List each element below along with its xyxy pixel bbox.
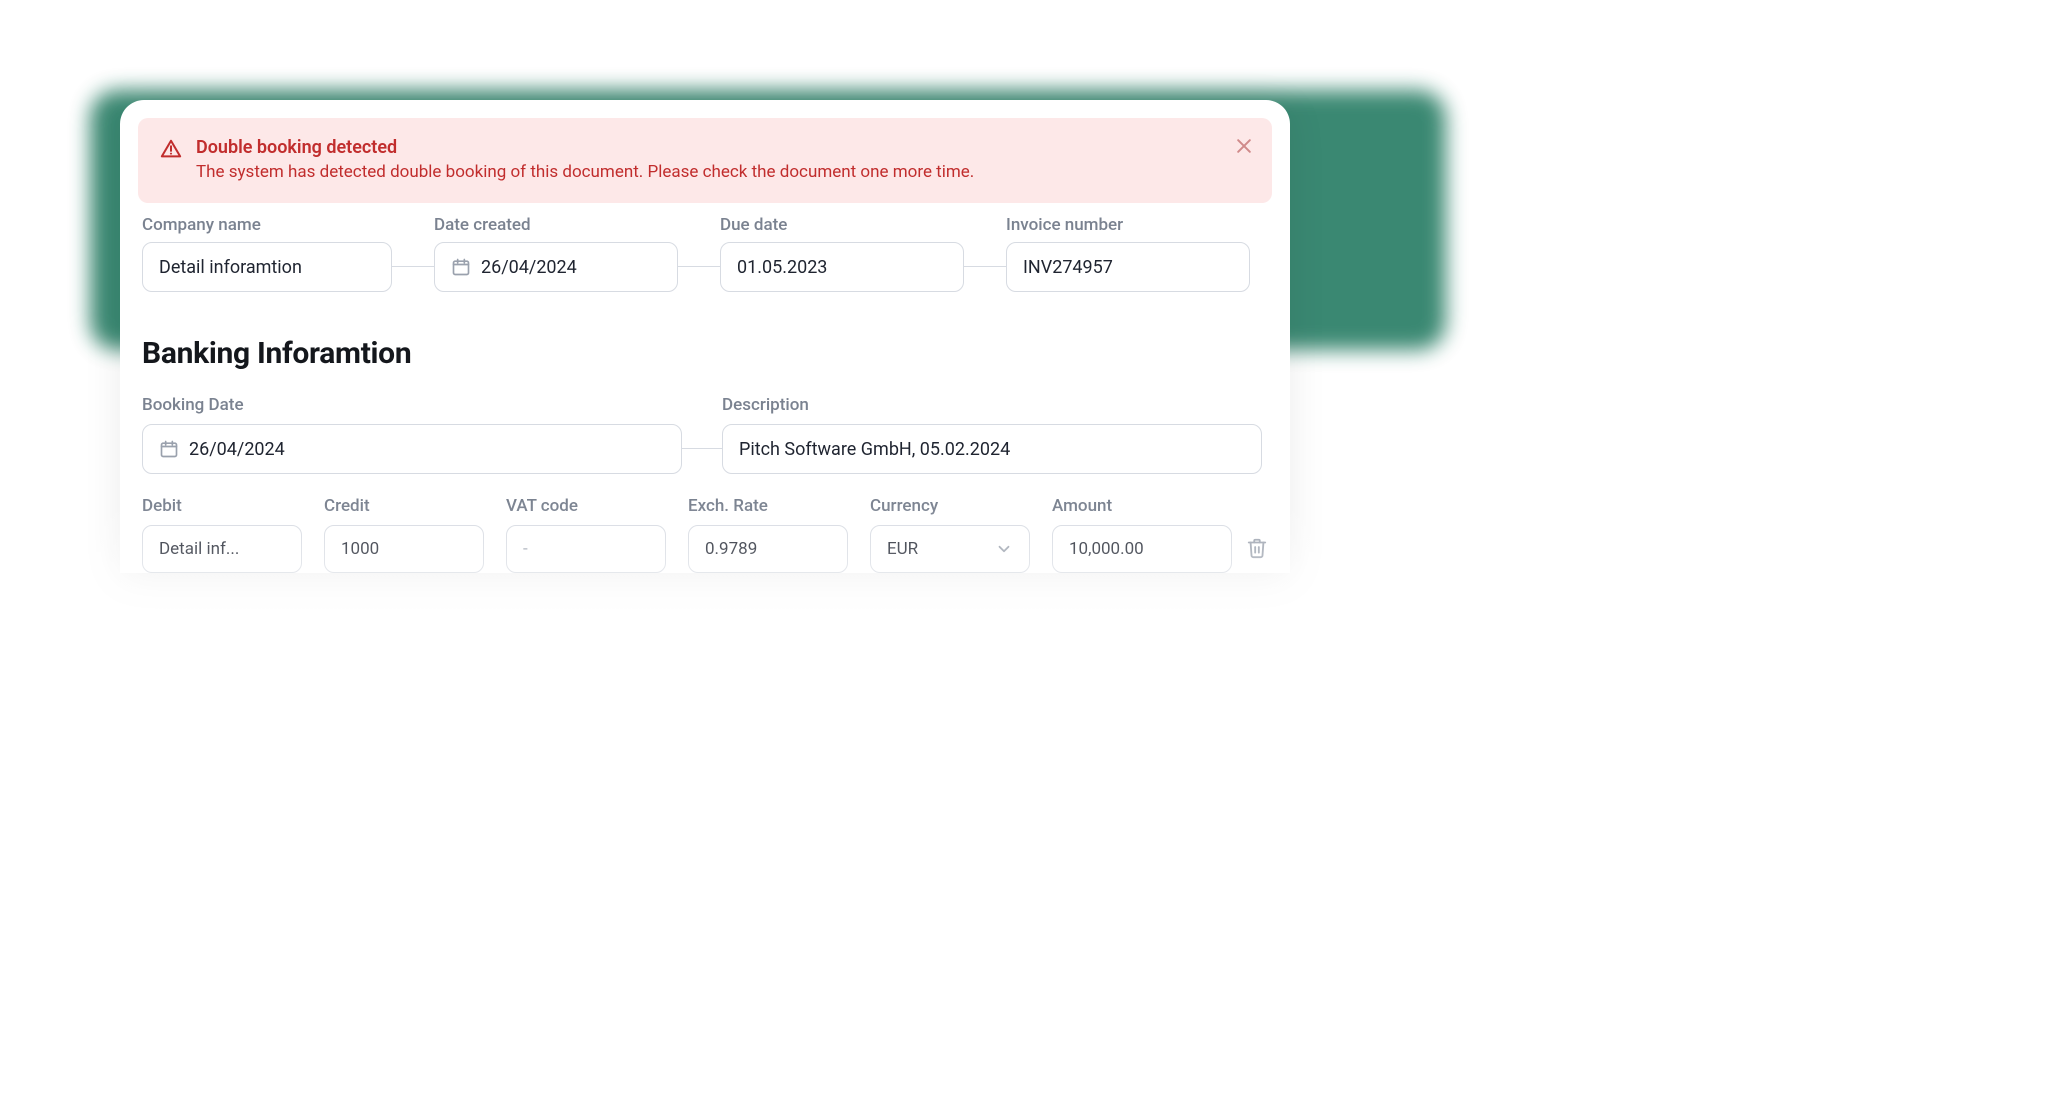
exch-rate-value: 0.9789 bbox=[705, 539, 757, 559]
description-input[interactable]: Pitch Software GmbH, 05.02.2024 bbox=[722, 424, 1262, 474]
credit-input[interactable]: 1000 bbox=[324, 525, 484, 573]
company-name-value: Detail inforamtion bbox=[159, 257, 302, 278]
field-connector bbox=[678, 266, 720, 267]
form-card: Double booking detected The system has d… bbox=[120, 100, 1290, 573]
credit-label: Credit bbox=[324, 498, 484, 515]
debit-label: Debit bbox=[142, 498, 302, 515]
field-connector bbox=[392, 266, 434, 267]
banking-row: Booking Date 26/04/2024 Description Pitc… bbox=[142, 397, 1268, 474]
company-name-label: Company name bbox=[142, 217, 392, 234]
document-info-row: Company name Detail inforamtion Date cre… bbox=[142, 217, 1268, 292]
alert-title: Double booking detected bbox=[196, 136, 1250, 159]
company-name-input[interactable]: Detail inforamtion bbox=[142, 242, 392, 292]
credit-value: 1000 bbox=[341, 539, 379, 559]
alert-banner: Double booking detected The system has d… bbox=[138, 118, 1272, 203]
invoice-number-input[interactable]: INV274957 bbox=[1006, 242, 1250, 292]
date-created-label: Date created bbox=[434, 217, 678, 234]
exch-rate-input[interactable]: 0.9789 bbox=[688, 525, 848, 573]
field-connector bbox=[964, 266, 1006, 267]
calendar-icon bbox=[159, 439, 179, 459]
field-connector bbox=[682, 448, 722, 449]
due-date-value: 01.05.2023 bbox=[737, 257, 827, 278]
calendar-icon bbox=[451, 257, 471, 277]
vat-code-input[interactable]: - bbox=[506, 525, 666, 573]
warning-icon bbox=[160, 138, 182, 160]
debit-value: Detail inf... bbox=[159, 539, 239, 559]
date-created-value: 26/04/2024 bbox=[481, 257, 577, 278]
amount-input[interactable]: 10,000.00 bbox=[1052, 525, 1232, 573]
close-icon[interactable] bbox=[1234, 136, 1254, 156]
due-date-label: Due date bbox=[720, 217, 964, 234]
currency-value: EUR bbox=[887, 539, 918, 559]
amount-value: 10,000.00 bbox=[1069, 539, 1144, 559]
invoice-number-label: Invoice number bbox=[1006, 217, 1250, 234]
chevron-down-icon bbox=[995, 540, 1013, 558]
currency-label: Currency bbox=[870, 498, 1030, 515]
section-title-banking: Banking Inforamtion bbox=[142, 336, 1268, 371]
date-created-input[interactable]: 26/04/2024 bbox=[434, 242, 678, 292]
line-item-row: Debit Detail inf... Credit 1000 VAT code… bbox=[142, 498, 1268, 573]
booking-date-label: Booking Date bbox=[142, 397, 682, 414]
alert-body: The system has detected double booking o… bbox=[196, 161, 1250, 185]
booking-date-value: 26/04/2024 bbox=[189, 439, 285, 460]
amount-label: Amount bbox=[1052, 498, 1232, 515]
invoice-number-value: INV274957 bbox=[1023, 257, 1113, 278]
vat-code-value: - bbox=[523, 539, 528, 559]
description-value: Pitch Software GmbH, 05.02.2024 bbox=[739, 439, 1010, 460]
currency-select[interactable]: EUR bbox=[870, 525, 1030, 573]
vat-code-label: VAT code bbox=[506, 498, 666, 515]
debit-input[interactable]: Detail inf... bbox=[142, 525, 302, 573]
description-label: Description bbox=[722, 397, 1262, 414]
trash-icon[interactable] bbox=[1246, 537, 1268, 559]
booking-date-input[interactable]: 26/04/2024 bbox=[142, 424, 682, 474]
exch-rate-label: Exch. Rate bbox=[688, 498, 848, 515]
due-date-input[interactable]: 01.05.2023 bbox=[720, 242, 964, 292]
